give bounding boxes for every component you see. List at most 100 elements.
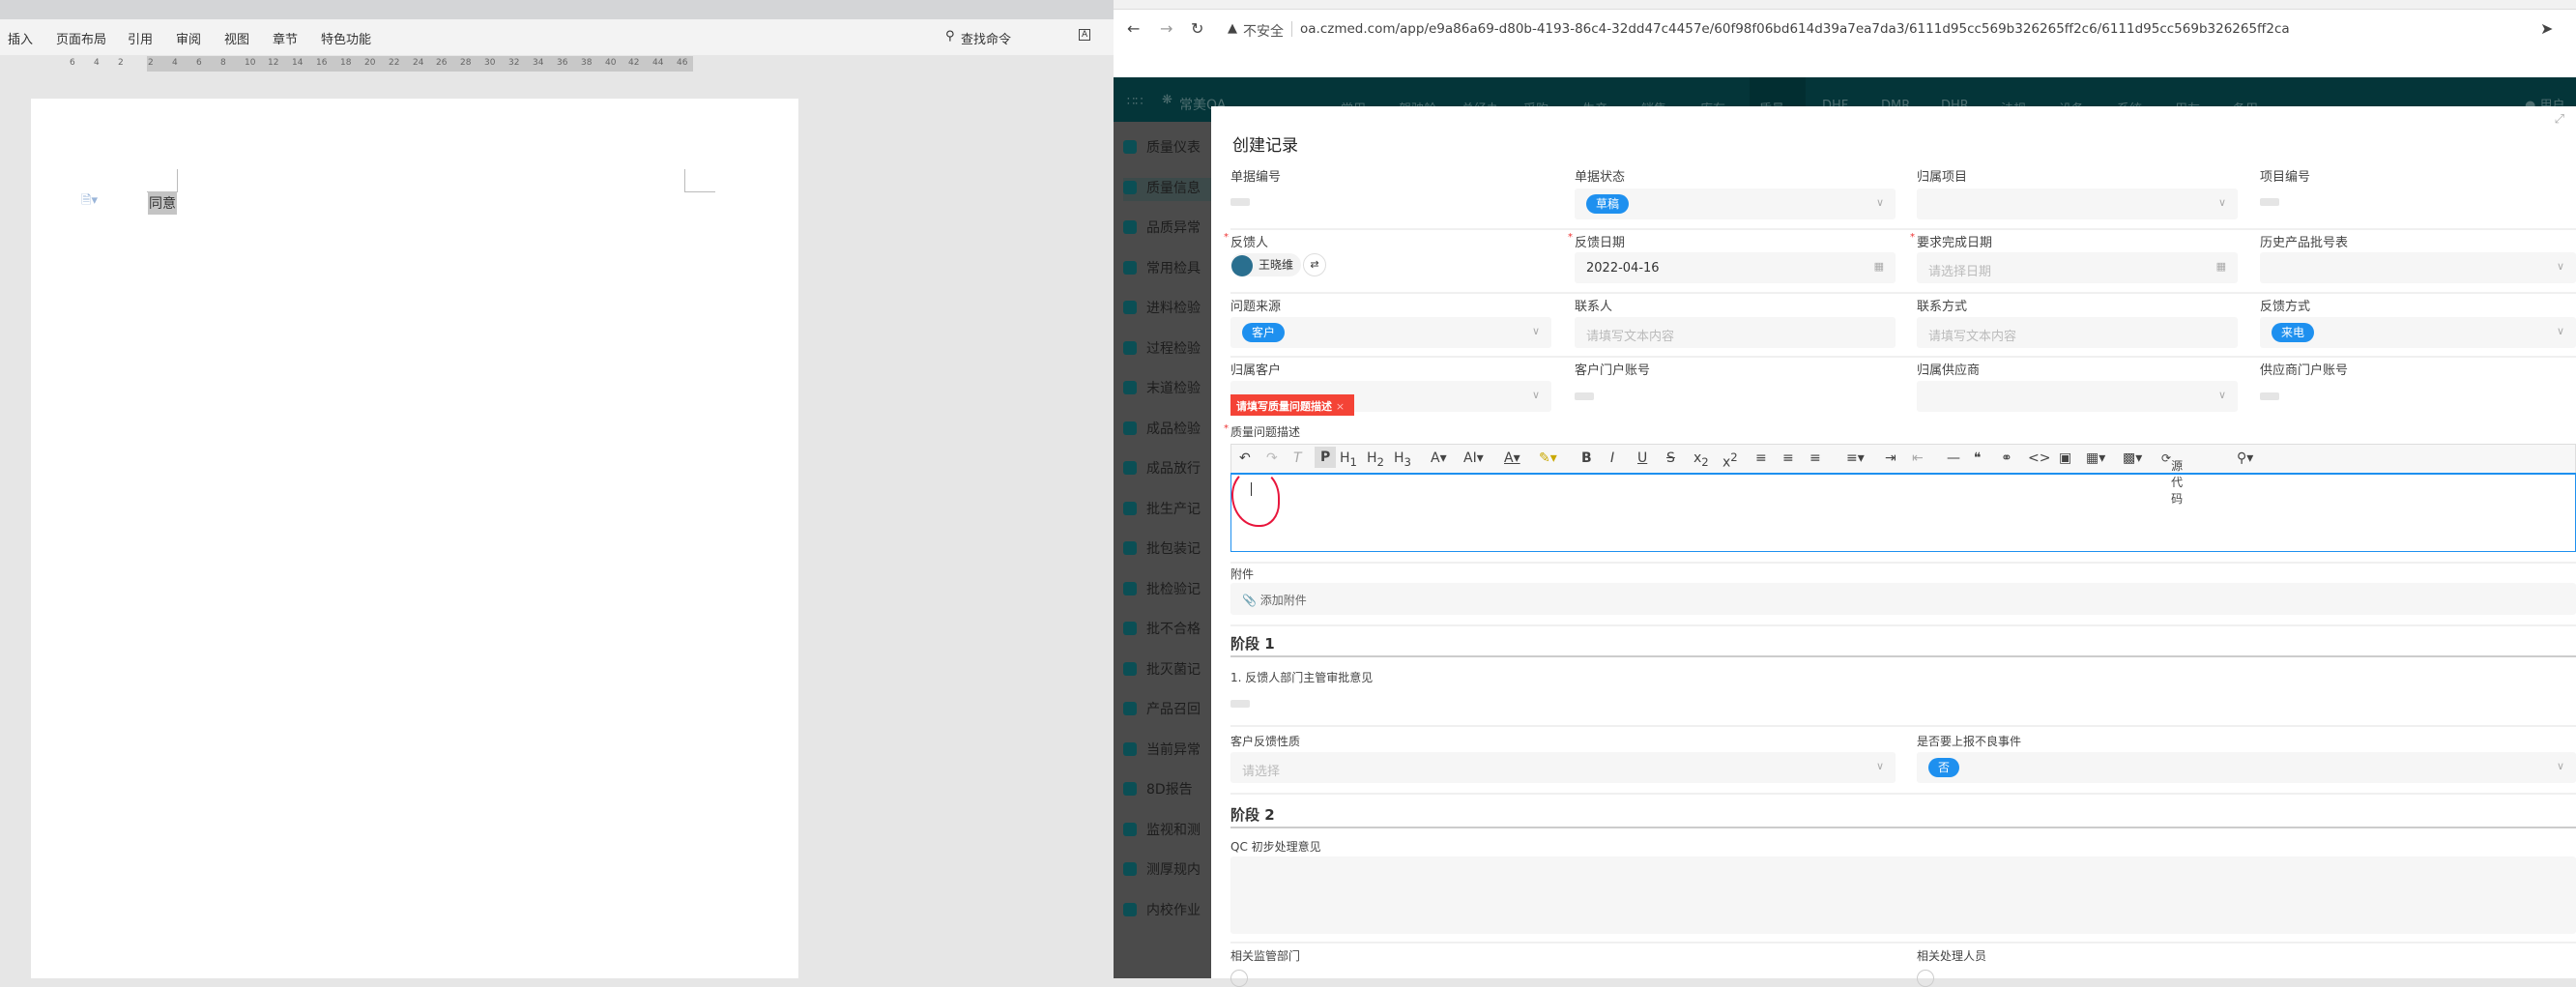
sidebar-item[interactable]: 质量信息	[1123, 177, 1213, 201]
history-select[interactable]: ∨	[2260, 252, 2576, 283]
align-icon[interactable]: ≡▾	[1846, 450, 1865, 466]
supplier-select[interactable]: ∨	[1917, 381, 2238, 412]
table-icon[interactable]: ▦▾	[2086, 450, 2105, 466]
sidebar-item[interactable]: 批灭菌记	[1123, 659, 1213, 682]
sidebar-item[interactable]: 批检验记	[1123, 579, 1213, 602]
search-icon[interactable]: ⚲	[945, 29, 955, 44]
bullet-list-icon[interactable]: ≡	[1755, 450, 1767, 466]
reload-icon[interactable]: ↻	[1191, 19, 1203, 38]
menu-layout[interactable]: 页面布局	[56, 29, 106, 47]
ai-icon[interactable]: A	[1079, 29, 1091, 41]
source-code-button[interactable]: ⟳ 源代码	[2161, 451, 2183, 506]
sidebar-item[interactable]: 当前异常	[1123, 740, 1213, 763]
indent-icon[interactable]: ⇥	[1885, 450, 1896, 466]
back-icon[interactable]: ←	[1127, 19, 1140, 38]
menu-chapter[interactable]: 章节	[273, 29, 298, 47]
superscript-icon[interactable]: x2	[1722, 450, 1738, 471]
sidebar-item[interactable]: 进料检验	[1123, 298, 1213, 321]
sidebar-item[interactable]: 测厚规内	[1123, 859, 1213, 883]
url-text[interactable]: oa.czmed.com/app/e9a86a69-d80b-4193-86c4…	[1291, 21, 2290, 37]
insecure-label[interactable]: 不安全	[1243, 21, 1284, 41]
apps-grid-icon[interactable]: ∷∷	[1127, 95, 1143, 109]
menu-view[interactable]: 视图	[224, 29, 249, 47]
swap-user-icon[interactable]: ⇄	[1303, 253, 1326, 276]
font-size-icon[interactable]: A▾	[1431, 450, 1447, 466]
status-select[interactable]: 草稿 ∨	[1575, 189, 1896, 219]
paste-options-icon[interactable]: 🗎▾	[81, 191, 98, 213]
send-icon[interactable]: ➤	[2540, 19, 2553, 38]
font-color-icon[interactable]: A▾	[1504, 450, 1520, 466]
forward-icon[interactable]: →	[1160, 19, 1172, 38]
add-handler-button[interactable]	[1917, 970, 1934, 987]
sidebar-item[interactable]: 末道检验	[1123, 378, 1213, 401]
sidebar-item[interactable]: 监视和测	[1123, 820, 1213, 843]
underline-icon[interactable]: U	[1637, 450, 1647, 466]
tab-strip[interactable]	[1114, 0, 2576, 10]
feedback-way-select[interactable]: 来电 ∨	[2260, 317, 2576, 348]
redo-icon[interactable]: ↷	[1266, 450, 1278, 466]
find-command[interactable]: 查找命令	[961, 29, 1011, 47]
reporter-chip[interactable]: 王晓维	[1230, 253, 1302, 276]
close-icon[interactable]: ×	[1336, 400, 1345, 413]
outdent-icon[interactable]: ⇤	[1912, 450, 1924, 466]
sidebar-item[interactable]: 质量仪表	[1123, 137, 1213, 160]
due-date-input[interactable]: 请选择日期 ▦	[1917, 252, 2238, 283]
heading3-button[interactable]: H3	[1394, 450, 1411, 469]
line-height-icon[interactable]: AI▾	[1463, 450, 1484, 466]
adverse-select[interactable]: 否 ∨	[1917, 752, 2576, 783]
project-select[interactable]: ∨	[1917, 189, 2238, 219]
menu-insert[interactable]: 插入	[8, 29, 33, 47]
ruler-tick: 14	[292, 58, 304, 68]
sidebar-item[interactable]: 产品召回	[1123, 699, 1213, 722]
heading1-button[interactable]: H1	[1340, 450, 1357, 469]
expand-icon[interactable]: ⤢	[2555, 112, 2564, 127]
image-icon[interactable]: ▣	[2059, 450, 2071, 466]
home-icon	[1123, 822, 1137, 836]
add-dept-button[interactable]	[1230, 970, 1248, 987]
contact-input[interactable]: 请填写文本内容	[1575, 317, 1896, 348]
ruler-tick: 4	[94, 58, 100, 68]
find-icon[interactable]: ⚲▾	[2237, 450, 2253, 466]
qc-textarea[interactable]	[1230, 856, 2576, 934]
menu-features[interactable]: 特色功能	[321, 29, 371, 47]
quote-icon[interactable]: ❝	[1974, 450, 1982, 466]
sidebar-item[interactable]: 品质异常	[1123, 218, 1213, 241]
description-editor[interactable]	[1230, 469, 2576, 552]
highlight-icon[interactable]: ✎▾	[1539, 450, 1557, 466]
source-select[interactable]: 客户 ∨	[1230, 317, 1551, 348]
sidebar-item[interactable]: 8D报告	[1123, 779, 1213, 802]
bold-icon[interactable]: B	[1581, 450, 1592, 466]
sidebar-item[interactable]: 成品放行	[1123, 458, 1213, 481]
sidebar-item[interactable]: 成品检验	[1123, 419, 1213, 442]
paragraph-button[interactable]: P	[1315, 447, 1337, 468]
strikethrough-icon[interactable]: S	[1666, 450, 1675, 466]
ruler[interactable]: 6 4 2 2 4 6 8 10 12 14 16 18 20 22 24 26 28 30 32 34 36 38 40 4…	[0, 55, 1114, 73]
document-page[interactable]: 🗎▾ 同意	[31, 99, 798, 978]
clear-format-icon[interactable]: T	[1293, 450, 1302, 466]
report-date-input[interactable]: 2022-04-16 ▦	[1575, 252, 1896, 283]
todo-list-icon[interactable]: ≡	[1809, 450, 1821, 466]
sidebar-item[interactable]: 内校作业	[1123, 900, 1213, 923]
document-text[interactable]: 同意	[148, 191, 177, 215]
sidebar-item[interactable]: 常用检具	[1123, 258, 1213, 281]
nature-select[interactable]: 请选择 ∨	[1230, 752, 1896, 783]
sidebar-item[interactable]: 过程检验	[1123, 338, 1213, 362]
subscript-icon[interactable]: x2	[1693, 450, 1709, 469]
sidebar-item[interactable]: 批生产记	[1123, 499, 1213, 522]
heading2-button[interactable]: H2	[1367, 450, 1384, 469]
contact-way-input[interactable]: 请填写文本内容	[1917, 317, 2238, 348]
horizontal-rule-icon[interactable]: —	[1947, 450, 1960, 466]
label-qc: QC 初步处理意见	[1230, 840, 1321, 854]
template-icon[interactable]: ▩▾	[2123, 450, 2142, 466]
sidebar-item[interactable]: 批不合格	[1123, 619, 1213, 642]
add-attachment-button[interactable]: 📎 添加附件	[1230, 583, 2576, 615]
menu-review[interactable]: 审阅	[176, 29, 201, 47]
code-icon[interactable]: <>	[2028, 450, 2050, 466]
sidebar-item[interactable]: 批包装记	[1123, 538, 1213, 562]
menu-references[interactable]: 引用	[128, 29, 153, 47]
link-icon[interactable]: ⚭	[2001, 450, 2012, 466]
ordered-list-icon[interactable]: ≡	[1782, 450, 1794, 466]
ruler-tick: 6	[70, 58, 75, 68]
undo-icon[interactable]: ↶	[1239, 450, 1251, 466]
italic-icon[interactable]: I	[1610, 450, 1614, 466]
